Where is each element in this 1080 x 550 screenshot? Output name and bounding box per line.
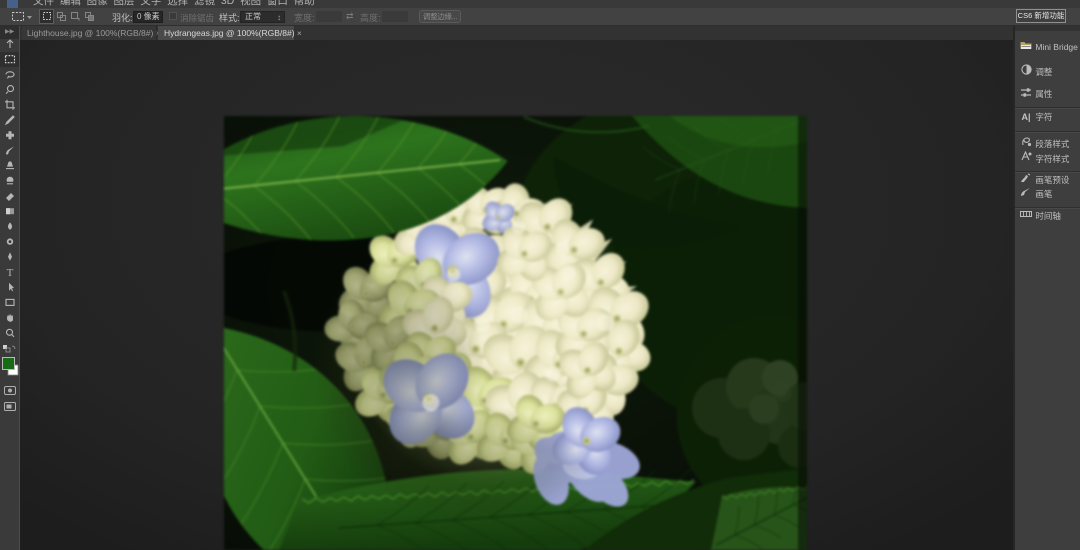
svg-text:T: T [7,267,14,279]
